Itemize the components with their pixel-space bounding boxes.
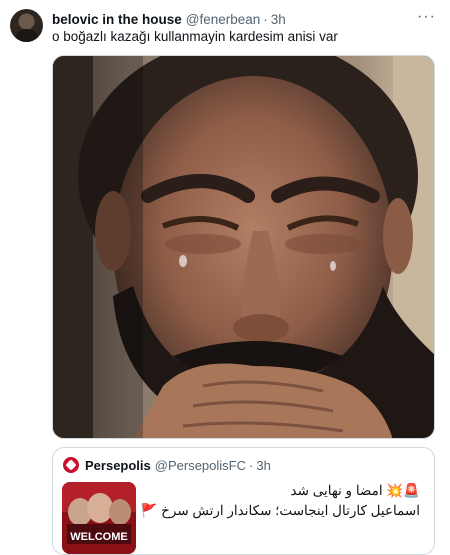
tweet-media-image[interactable] — [52, 55, 435, 439]
tweet-text: o boğazlı kazağı kullanmayin kardesim an… — [52, 29, 338, 44]
thumbnail-text: WELCOME — [70, 531, 127, 543]
display-name[interactable]: belovic in the house — [52, 12, 182, 27]
avatar[interactable] — [10, 9, 43, 42]
quoted-tweet[interactable]: Persepolis @PersepolisFC · 3h WELCOME 🚨💥… — [52, 447, 435, 555]
quoted-separator-dot: · — [249, 457, 254, 473]
quoted-user-handle[interactable]: @PersepolisFC — [155, 458, 246, 473]
welcome-poster-image: WELCOME — [62, 482, 136, 554]
timestamp[interactable]: 3h — [271, 12, 286, 27]
separator-dot: · — [263, 11, 268, 27]
quoted-display-name[interactable]: Persepolis — [85, 458, 151, 473]
tweet-header: belovic in the house @fenerbean · 3h — [52, 10, 438, 28]
persepolis-logo-icon[interactable] — [63, 457, 79, 473]
crying-man-photo — [53, 56, 434, 438]
ellipsis-icon[interactable]: ··· — [417, 9, 436, 25]
quoted-media-thumbnail[interactable]: WELCOME — [62, 482, 136, 554]
quoted-text-line-2: اسماعیل کارتال اینجاست؛ سکاندار ارتش سرخ… — [140, 503, 420, 518]
quoted-tweet-header: Persepolis @PersepolisFC · 3h — [63, 457, 271, 473]
quoted-text-line-1: 🚨💥 امضا و نهایی شد — [290, 483, 420, 498]
tweet[interactable]: belovic in the house @fenerbean · 3h ···… — [0, 0, 450, 555]
quoted-tweet-text: 🚨💥 امضا و نهایی شد اسماعیل کارتال اینجاس… — [140, 481, 420, 521]
user-handle[interactable]: @fenerbean — [186, 12, 261, 27]
quoted-timestamp[interactable]: 3h — [256, 458, 270, 473]
